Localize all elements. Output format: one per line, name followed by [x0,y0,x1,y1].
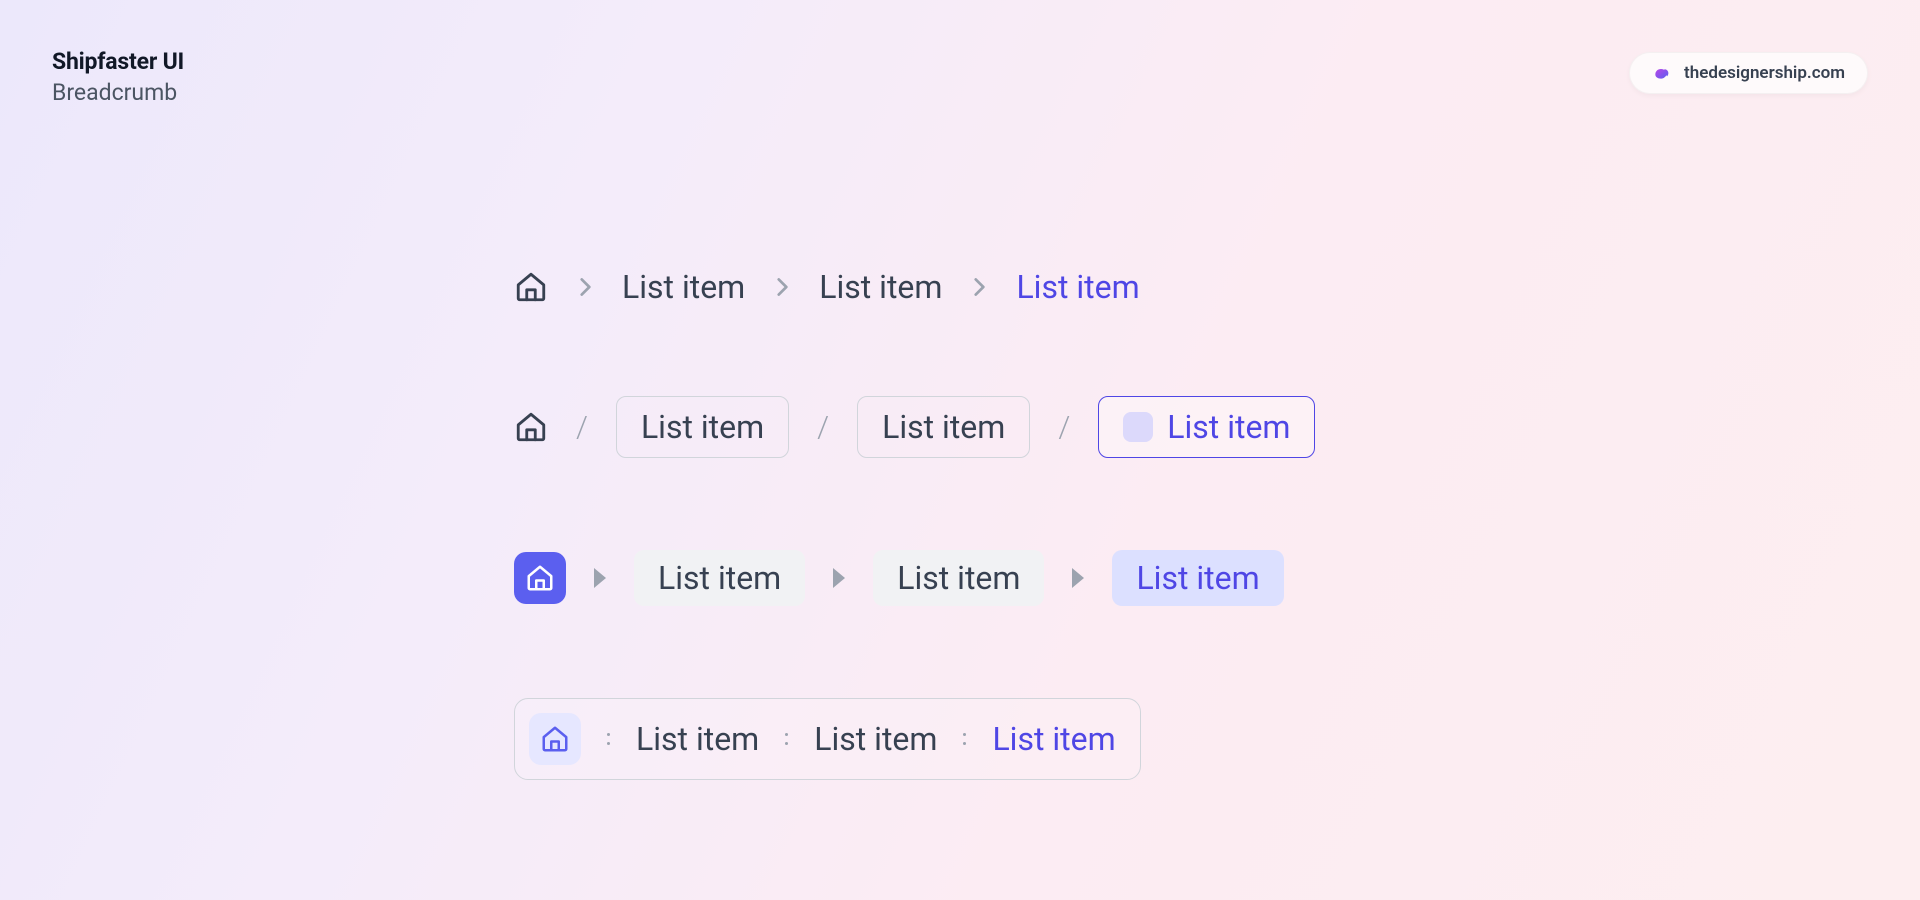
dots-separator-icon [781,733,792,745]
home-icon[interactable] [529,713,581,765]
page-header: Shipfaster UI Breadcrumb [52,48,184,106]
breadcrumb-item-current: List item [1098,396,1315,458]
dots-separator-icon [959,733,970,745]
triangle-right-icon [594,568,606,588]
breadcrumb-item-label: List item [882,411,1005,443]
breadcrumb-item[interactable]: List item [636,723,759,755]
breadcrumb-item[interactable]: List item [634,550,805,606]
home-icon[interactable] [514,410,548,444]
breadcrumb-examples: List item List item List item / List ite… [514,270,1394,780]
dots-separator-icon [603,733,614,745]
breadcrumb-item-current: List item [1112,550,1283,606]
breadcrumb-item-label: List item [1136,559,1259,597]
breadcrumb-variant-tinted: List item List item List item [514,550,1394,606]
page-title: Shipfaster UI [52,48,184,75]
attribution-badge[interactable]: thedesignership.com [1629,52,1868,94]
breadcrumb-item[interactable]: List item [873,550,1044,606]
breadcrumb-item-label: List item [641,411,764,443]
placeholder-icon [1123,412,1153,442]
triangle-right-icon [833,568,845,588]
attribution-text: thedesignership.com [1684,63,1845,83]
home-icon[interactable] [514,270,548,304]
breadcrumb-item-label: List item [658,559,781,597]
chevron-right-icon [572,274,598,300]
slash-separator-icon: / [572,410,592,445]
slash-separator-icon: / [1054,410,1074,445]
home-icon[interactable] [514,552,566,604]
breadcrumb-item[interactable]: List item [622,271,745,303]
triangle-right-icon [1072,568,1084,588]
breadcrumb-item[interactable]: List item [857,396,1030,458]
chevron-right-icon [966,274,992,300]
breadcrumb-variant-outlined: / List item / List item / List item [514,396,1394,458]
breadcrumb-item-label: List item [897,559,1020,597]
breadcrumb-item[interactable]: List item [616,396,789,458]
breadcrumb-item[interactable]: List item [819,271,942,303]
brand-logo-icon [1652,63,1672,83]
breadcrumb-item-current: List item [992,723,1115,755]
breadcrumb-variant-contained: List item List item List item [514,698,1394,780]
chevron-right-icon [769,274,795,300]
breadcrumb-item-label: List item [1167,411,1290,443]
breadcrumb-variant-chevron: List item List item List item [514,270,1394,304]
breadcrumb-item-current: List item [1016,271,1139,303]
slash-separator-icon: / [813,410,833,445]
page-subtitle: Breadcrumb [52,79,184,106]
breadcrumb-container: List item List item List item [514,698,1141,780]
breadcrumb-item[interactable]: List item [814,723,937,755]
